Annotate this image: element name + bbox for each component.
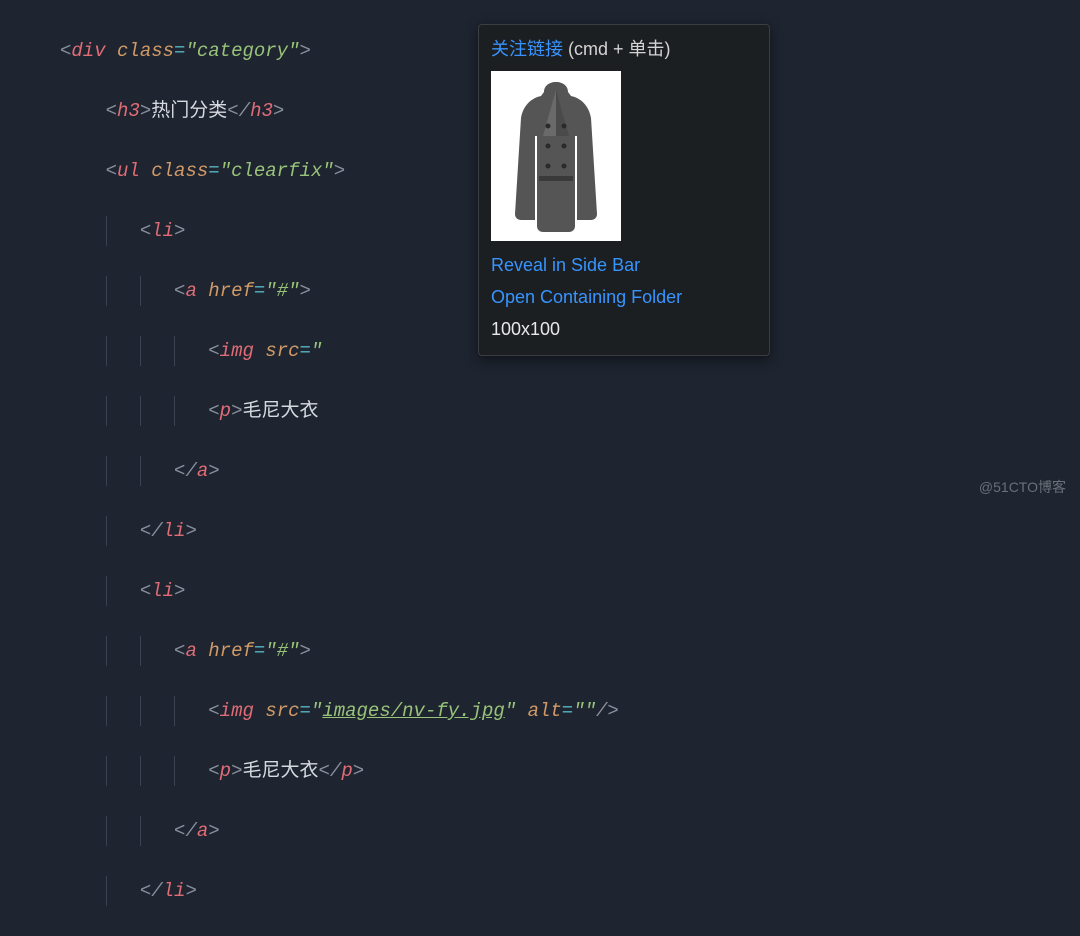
reveal-in-sidebar[interactable]: Reveal in Side Bar (491, 251, 757, 279)
code-line: </li> (60, 876, 1080, 906)
hover-tooltip: 关注链接 (cmd + 单击) Reveal in Side Bar Open … (478, 24, 770, 356)
open-containing-folder[interactable]: Open Containing Folder (491, 283, 757, 311)
code-line: <p>毛尼大衣</p> (60, 756, 1080, 786)
follow-hint: (cmd + 单击) (563, 39, 671, 59)
attr-value: # (277, 280, 288, 302)
code-line: <a href="#"> (60, 636, 1080, 666)
code-line: <img src="images/nv-fy.jpg" alt=""/> (60, 696, 1080, 726)
attr-value: # (277, 640, 288, 662)
image-dimensions: 100x100 (491, 315, 757, 343)
coat-icon (501, 76, 611, 236)
code-line: </li> (60, 516, 1080, 546)
code-line: </a> (60, 816, 1080, 846)
text-node: 毛尼大衣 (242, 760, 318, 782)
text-node: 热门分类 (151, 100, 227, 122)
text-node: 毛尼大衣 (242, 400, 318, 422)
code-line: </a> (60, 456, 1080, 486)
attr-value: clearfix (231, 160, 322, 182)
code-line: <p>毛尼大衣 (60, 396, 1080, 426)
hover-title: 关注链接 (cmd + 单击) (491, 35, 757, 63)
code-line: <li> (60, 576, 1080, 606)
image-link[interactable]: images/nv-fy.jpg (322, 700, 504, 722)
attr-value: category (197, 40, 288, 62)
follow-link[interactable]: 关注链接 (491, 39, 563, 59)
image-preview (491, 71, 621, 241)
watermark: @51CTO博客 (979, 477, 1066, 497)
